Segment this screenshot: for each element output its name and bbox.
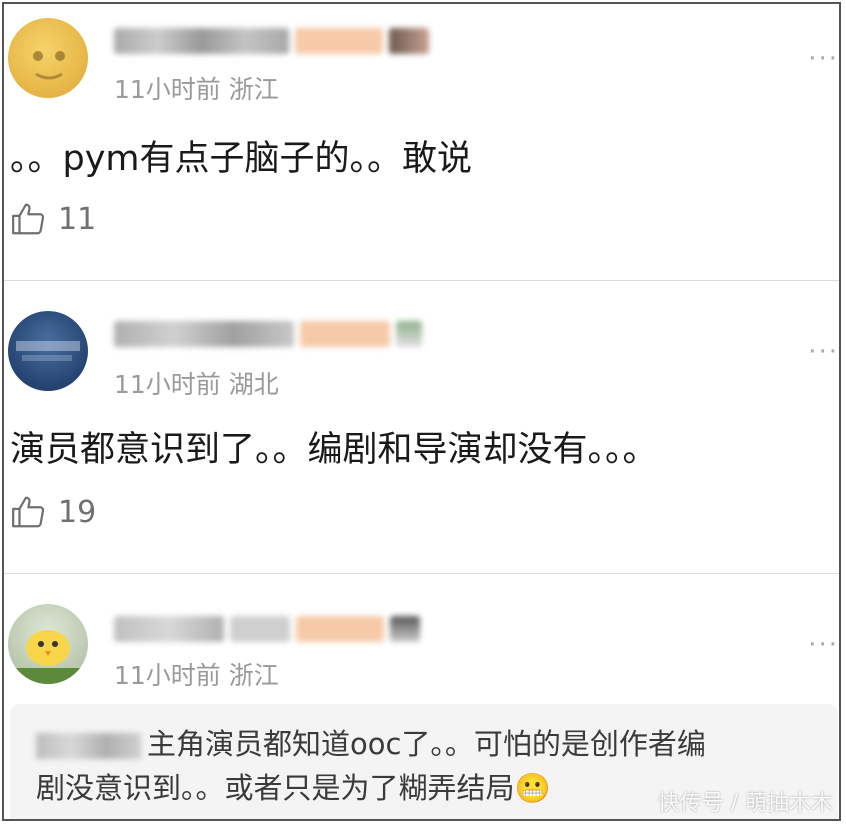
comment-item: 11小时前 浙江 ··· 。。pym有点子脑子的。。敢说 11: [4, 4, 839, 280]
reply-author-blurred[interactable]: [36, 733, 141, 759]
avatar[interactable]: [8, 604, 88, 684]
comment-text: 演员都意识到了。。编剧和导演却没有。。。: [10, 430, 658, 470]
comment-meta: 11小时前 浙江: [114, 661, 279, 690]
more-options-icon[interactable]: ···: [808, 337, 839, 367]
avatar-chick-icon: [8, 630, 88, 684]
avatar-emoji-icon: [33, 51, 65, 80]
comment-meta: 11小时前 湖北: [114, 370, 279, 399]
like-count: 19: [58, 494, 97, 530]
comment-meta: 11小时前 浙江: [114, 75, 279, 104]
username-blurred[interactable]: [114, 321, 422, 347]
more-options-icon[interactable]: ···: [808, 44, 839, 74]
like-count: 11: [58, 201, 97, 237]
comment-list: 11小时前 浙江 ··· 。。pym有点子脑子的。。敢说 11 11小时前 湖北…: [2, 2, 841, 821]
username-blurred[interactable]: [114, 616, 420, 642]
grimace-emoji-icon: 😬: [514, 771, 551, 805]
username-blurred[interactable]: [114, 28, 429, 54]
avatar-image-icon: [16, 341, 80, 361]
like-button[interactable]: 11: [10, 200, 96, 238]
comment-text: 。。pym有点子脑子的。。敢说: [10, 139, 473, 179]
thumbs-up-icon: [12, 496, 45, 528]
avatar[interactable]: [8, 311, 88, 391]
like-button[interactable]: 19: [10, 493, 96, 531]
comment-item: 11小时前 湖北 ··· 演员都意识到了。。编剧和导演却没有。。。 19: [4, 281, 839, 573]
avatar[interactable]: [8, 18, 88, 98]
reply-text-line2: 剧没意识到。。或者只是为了糊弄结局: [36, 771, 515, 805]
thumbs-up-icon: [12, 203, 45, 235]
reply-text-line1: 主角演员都知道ooc了。。可怕的是创作者编: [147, 727, 706, 761]
more-options-icon[interactable]: ···: [808, 630, 839, 660]
watermark: 快传号 / 萌抽木木: [657, 791, 833, 816]
